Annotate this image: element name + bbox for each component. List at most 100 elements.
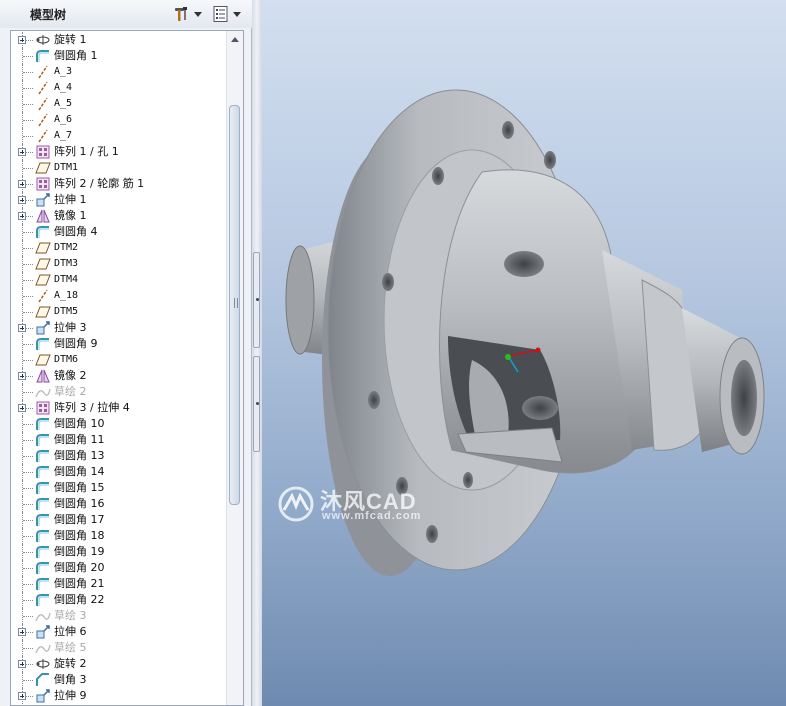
axis-icon <box>35 289 51 303</box>
tree-item[interactable]: 倒圆角 1 <box>11 48 227 64</box>
tree-item[interactable]: 旋转 1 <box>11 32 227 48</box>
tree-item-label: 倒圆角 9 <box>54 337 98 350</box>
tree-item[interactable]: 倒圆角 11 <box>11 432 227 448</box>
tree-item[interactable]: 倒角 3 <box>11 672 227 688</box>
tree-item[interactable]: 镜像 2 <box>11 368 227 384</box>
expand-toggle-icon[interactable] <box>18 372 26 380</box>
grip-icon <box>234 298 238 308</box>
expand-toggle-icon[interactable] <box>18 404 26 412</box>
splitter-handle-top[interactable] <box>253 252 260 348</box>
axis-icon <box>35 65 51 79</box>
tree-connector <box>23 424 33 425</box>
tree-item[interactable]: DTM1 <box>11 160 227 176</box>
model-tree[interactable]: 旋转 1 倒圆角 1 A_3 A_4 A_5 A_6 A_7 阵列 1 / 孔 1 DTM1 阵列… <box>10 30 244 706</box>
round-icon <box>35 225 51 239</box>
tree-connector <box>23 648 33 649</box>
expand-toggle-icon[interactable] <box>18 196 26 204</box>
expand-toggle-icon[interactable] <box>18 36 26 44</box>
model-tree-panel: 模型树 旋转 1 倒圆角 1 A_3 A_4 A_5 A_6 A_7 阵列 1 … <box>0 0 252 706</box>
tree-item[interactable]: 阵列 3 / 拉伸 4 <box>11 400 227 416</box>
panel-splitter[interactable] <box>252 0 262 706</box>
sketch-icon <box>35 609 51 623</box>
round-icon <box>35 497 51 511</box>
tree-item[interactable]: 阵列 1 / 孔 1 <box>11 144 227 160</box>
tree-connector <box>23 104 33 105</box>
tree-item-label: 倒圆角 10 <box>54 417 105 430</box>
tree-item[interactable]: A_18 <box>11 288 227 304</box>
tree-item[interactable]: 旋转 2 <box>11 656 227 672</box>
pattern-icon <box>35 401 51 415</box>
tree-connector <box>23 248 33 249</box>
tree-item[interactable]: 草绘 3 <box>11 608 227 624</box>
tree-item[interactable]: DTM3 <box>11 256 227 272</box>
tree-item-label: DTM5 <box>54 306 79 317</box>
datum-plane-icon <box>35 241 51 255</box>
tree-item[interactable]: DTM6 <box>11 352 227 368</box>
tree-item-label: 阵列 3 / 拉伸 4 <box>54 401 130 414</box>
tree-item[interactable]: 阵列 2 / 轮廓 筋 1 <box>11 176 227 192</box>
scroll-thumb[interactable] <box>229 105 240 505</box>
sketch-icon <box>35 385 51 399</box>
round-icon <box>35 433 51 447</box>
splitter-handle-bottom[interactable] <box>253 356 260 452</box>
tree-item-label: 拉伸 3 <box>54 321 87 334</box>
tree-item[interactable]: A_3 <box>11 64 227 80</box>
tree-connector <box>23 616 33 617</box>
tree-item[interactable]: 草绘 2 <box>11 384 227 400</box>
round-icon <box>35 417 51 431</box>
scroll-up-arrow-icon[interactable] <box>231 37 239 42</box>
tree-item[interactable]: A_7 <box>11 128 227 144</box>
extrude-icon <box>35 625 51 639</box>
expand-toggle-icon[interactable] <box>18 324 26 332</box>
tree-item[interactable]: 倒圆角 9 <box>11 336 227 352</box>
tree-item[interactable]: 拉伸 6 <box>11 624 227 640</box>
tree-item[interactable]: 倒圆角 15 <box>11 480 227 496</box>
tree-item-label: 草绘 2 <box>54 385 87 398</box>
show-columns-button[interactable] <box>212 4 241 24</box>
tree-item[interactable]: 倒圆角 22 <box>11 592 227 608</box>
tree-item[interactable]: DTM2 <box>11 240 227 256</box>
tree-item[interactable]: DTM5 <box>11 304 227 320</box>
expand-toggle-icon[interactable] <box>18 148 26 156</box>
tree-item[interactable]: A_5 <box>11 96 227 112</box>
watermark-logo-icon <box>278 486 314 522</box>
expand-toggle-icon[interactable] <box>18 628 26 636</box>
expand-toggle-icon[interactable] <box>18 660 26 668</box>
tree-item[interactable]: 倒圆角 16 <box>11 496 227 512</box>
tree-item[interactable]: 倒圆角 13 <box>11 448 227 464</box>
tree-item[interactable]: 倒圆角 17 <box>11 512 227 528</box>
graphics-viewport[interactable]: 沐风CAD www.mfcad.com <box>262 0 786 706</box>
tree-item-label: 倒圆角 14 <box>54 465 105 478</box>
tree-item[interactable]: 倒圆角 19 <box>11 544 227 560</box>
tree-item[interactable]: 草绘 5 <box>11 640 227 656</box>
tree-item[interactable]: DTM4 <box>11 272 227 288</box>
chamfer-icon <box>35 673 51 687</box>
tree-item[interactable]: 拉伸 3 <box>11 320 227 336</box>
tree-item-label: 倒圆角 19 <box>54 545 105 558</box>
datum-plane-icon <box>35 353 51 367</box>
expand-toggle-icon[interactable] <box>18 180 26 188</box>
tree-item-label: DTM6 <box>54 354 79 365</box>
expand-toggle-icon[interactable] <box>18 212 26 220</box>
tree-item[interactable]: 倒圆角 18 <box>11 528 227 544</box>
tree-item-label: DTM1 <box>54 162 79 173</box>
tree-item[interactable]: 倒圆角 4 <box>11 224 227 240</box>
tree-item[interactable]: 拉伸 1 <box>11 192 227 208</box>
round-icon <box>35 513 51 527</box>
tree-item[interactable]: 倒圆角 20 <box>11 560 227 576</box>
tree-item[interactable]: 倒圆角 14 <box>11 464 227 480</box>
round-icon <box>35 337 51 351</box>
tree-item[interactable]: 镜像 1 <box>11 208 227 224</box>
tree-scrollbar[interactable] <box>226 31 243 705</box>
tree-settings-button[interactable] <box>173 4 202 24</box>
tree-item[interactable]: A_6 <box>11 112 227 128</box>
tree-item-label: 旋转 1 <box>54 33 87 46</box>
tree-item[interactable]: 倒圆角 10 <box>11 416 227 432</box>
tree-connector <box>23 504 33 505</box>
tree-item-label: 旋转 2 <box>54 657 87 670</box>
tree-item[interactable]: 倒圆角 21 <box>11 576 227 592</box>
tree-connector <box>23 136 33 137</box>
tree-item[interactable]: A_4 <box>11 80 227 96</box>
expand-toggle-icon[interactable] <box>18 692 26 700</box>
tree-item[interactable]: 拉伸 9 <box>11 688 227 704</box>
